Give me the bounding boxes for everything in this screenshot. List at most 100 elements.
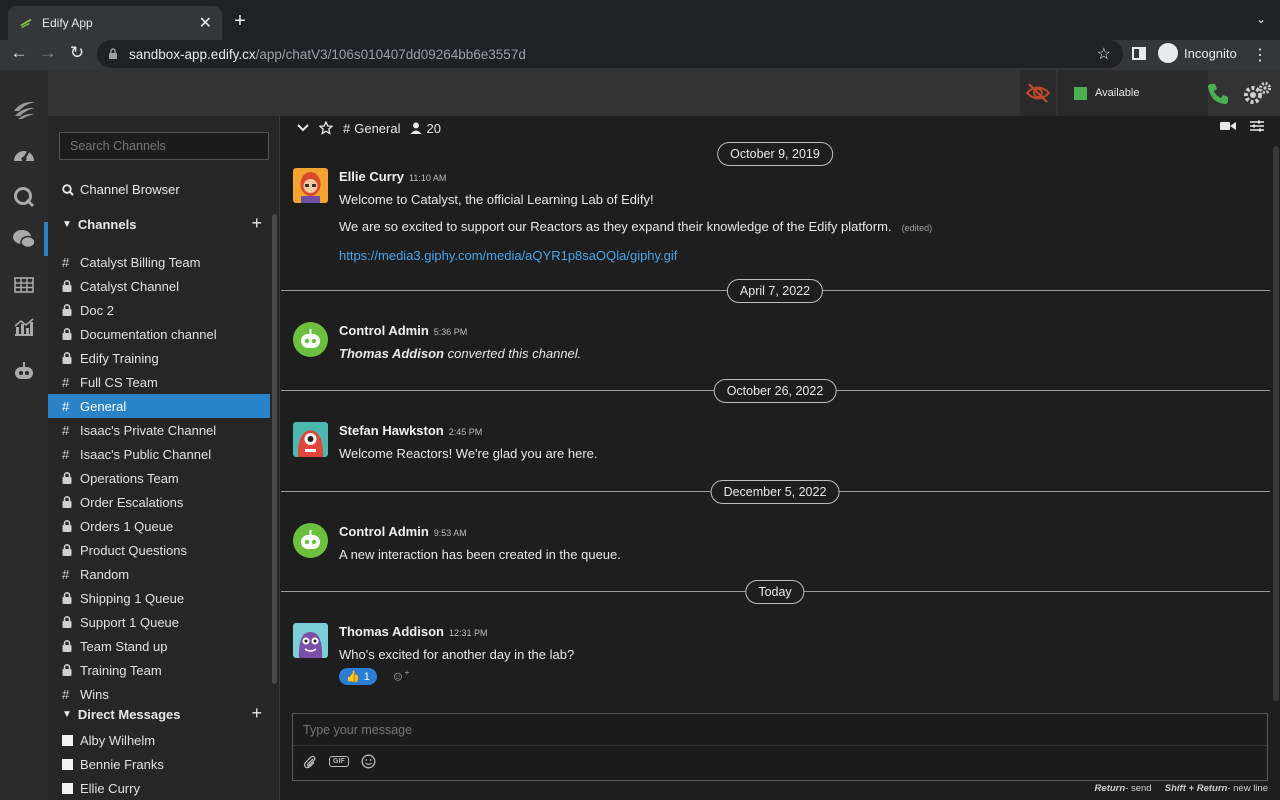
add-dm-button[interactable]: + xyxy=(251,703,262,724)
add-reaction-icon[interactable]: ☺+ xyxy=(391,668,409,683)
new-tab-button[interactable]: + xyxy=(230,10,250,33)
add-channel-button[interactable]: + xyxy=(251,213,262,234)
bot-icon[interactable] xyxy=(0,354,48,388)
sidebar-item-label: Wins xyxy=(80,686,109,702)
sidebar-scrollbar[interactable] xyxy=(270,214,278,684)
message-text: We are so excited to support our Reactor… xyxy=(339,219,892,234)
avatar[interactable] xyxy=(293,422,328,457)
sidebar-item-channel[interactable]: Edify Training xyxy=(48,346,270,370)
chat-scrollbar[interactable] xyxy=(1273,146,1279,701)
sidebar-item-channel[interactable]: # Isaac's Public Channel xyxy=(48,442,270,466)
date-pill: October 26, 2022 xyxy=(713,379,837,403)
settings-gears-icon[interactable] xyxy=(1242,81,1272,110)
lock-icon xyxy=(62,280,80,292)
bot-avatar[interactable] xyxy=(293,322,328,357)
channel-browser-link[interactable]: Channel Browser xyxy=(62,182,180,197)
date-separator: October 9, 2019 xyxy=(281,142,1270,166)
sidebar-item-channel[interactable]: Training Team xyxy=(48,658,270,682)
sidebar-item-channel[interactable]: Order Escalations xyxy=(48,490,270,514)
reaction-chip[interactable]: 👍 1 xyxy=(339,668,377,685)
side-panel-icon[interactable] xyxy=(1132,47,1146,60)
dashboard-icon[interactable] xyxy=(0,136,48,170)
channel-name: General xyxy=(354,120,401,136)
message-sender[interactable]: Stefan Hawkston xyxy=(339,423,444,438)
paperclip-icon[interactable] xyxy=(303,755,317,769)
sidebar-item-channel[interactable]: # Wins xyxy=(48,682,270,706)
chat-icon[interactable] xyxy=(0,222,48,256)
browser-toolbar: ← → ↻ sandbox-app.edify.cx/app/chatV3/10… xyxy=(0,40,1280,70)
browser-menu-icon[interactable]: ⋮ xyxy=(1252,45,1268,65)
channels-section-header[interactable]: ▼ Channels + xyxy=(62,213,262,233)
sidebar-item-channel[interactable]: Doc 2 xyxy=(48,298,270,322)
message-sender[interactable]: Thomas Addison xyxy=(339,624,444,639)
sidebar-item-label: Bennie Franks xyxy=(80,756,164,772)
favorite-star-icon[interactable] xyxy=(319,121,333,135)
sidebar-item-channel[interactable]: Team Stand up xyxy=(48,634,270,658)
message-sender[interactable]: Control Admin xyxy=(339,524,429,539)
sidebar-item-channel[interactable]: Documentation channel xyxy=(48,322,270,346)
tab-search-chevron-icon[interactable]: ⌄ xyxy=(1256,12,1266,26)
message-text: Who's excited for another day in the lab… xyxy=(339,647,575,662)
rail-logo-icon[interactable] xyxy=(0,92,48,126)
back-icon[interactable]: ← xyxy=(8,43,30,63)
chevron-down-icon[interactable]: ▼ xyxy=(62,709,72,720)
dm-list: Alby Wilhelm Bennie Franks Ellie Curry xyxy=(48,728,270,800)
incognito-badge[interactable]: Incognito xyxy=(1158,43,1237,63)
sidebar-item-label: Training Team xyxy=(80,662,162,678)
avatar[interactable] xyxy=(293,168,328,203)
presence-toggle[interactable] xyxy=(1020,70,1056,116)
chat-header: # General 20 xyxy=(281,116,1280,140)
channel-sidebar: Channel Browser ▼ Channels + # Catalyst B… xyxy=(48,116,280,800)
message-link[interactable]: https://media3.giphy.com/media/aQYR1p8sa… xyxy=(339,248,1239,263)
hint-send-key: Return xyxy=(1094,783,1126,794)
sidebar-item-channel[interactable]: Operations Team xyxy=(48,466,270,490)
sidebar-item-channel[interactable]: Support 1 Queue xyxy=(48,610,270,634)
analytics-icon[interactable] xyxy=(0,310,48,344)
settings-sliders-icon[interactable] xyxy=(1250,120,1264,132)
status-selector[interactable]: Available xyxy=(1058,70,1208,116)
tab-close-icon[interactable]: ✕ xyxy=(199,13,212,33)
lock-icon xyxy=(62,592,80,604)
address-bar[interactable]: sandbox-app.edify.cx/app/chatV3/106s0104… xyxy=(97,40,1123,68)
chevron-down-icon[interactable]: ▼ xyxy=(62,219,72,230)
bot-avatar[interactable] xyxy=(293,523,328,558)
sidebar-item-channel[interactable]: Shipping 1 Queue xyxy=(48,586,270,610)
emoji-icon[interactable] xyxy=(361,754,376,769)
sidebar-item-dm[interactable]: Ellie Curry xyxy=(48,776,270,800)
video-call-icon[interactable] xyxy=(1220,120,1236,132)
bookmark-star-icon[interactable]: ☆ xyxy=(1097,44,1111,64)
phone-icon[interactable] xyxy=(1206,82,1230,111)
forward-icon[interactable]: → xyxy=(37,43,59,63)
message-text: A new interaction has been created in th… xyxy=(339,547,621,562)
sidebar-item-channel[interactable]: Catalyst Channel xyxy=(48,274,270,298)
queue-icon[interactable] xyxy=(0,180,48,214)
sidebar-scroll-thumb[interactable] xyxy=(272,214,277,684)
member-count-button[interactable]: 20 xyxy=(410,121,441,136)
reload-icon[interactable]: ↻ xyxy=(66,43,88,63)
message-sender[interactable]: Control Admin xyxy=(339,323,429,338)
message-sender[interactable]: Ellie Curry xyxy=(339,169,404,184)
presence-square-icon xyxy=(62,734,73,746)
sidebar-item-label: Ellie Curry xyxy=(80,780,140,796)
sidebar-item-dm[interactable]: Bennie Franks xyxy=(48,752,270,776)
table-icon[interactable] xyxy=(0,268,48,302)
browser-tab[interactable]: Edify App ✕ xyxy=(8,6,222,40)
sidebar-item-channel[interactable]: # General xyxy=(48,394,270,418)
sidebar-item-channel[interactable]: # Catalyst Billing Team xyxy=(48,250,270,274)
gif-button[interactable]: GIF xyxy=(329,756,349,767)
sidebar-item-channel[interactable]: # Random xyxy=(48,562,270,586)
message-time: 5:36 PM xyxy=(433,327,468,337)
sidebar-item-channel[interactable]: Product Questions xyxy=(48,538,270,562)
sidebar-item-channel[interactable]: # Full CS Team xyxy=(48,370,270,394)
lock-icon xyxy=(62,544,80,556)
dm-section-header[interactable]: ▼ Direct Messages + xyxy=(62,703,262,723)
sidebar-item-channel[interactable]: # Isaac's Private Channel xyxy=(48,418,270,442)
message-time: 9:53 AM xyxy=(433,528,467,538)
search-channels-input[interactable] xyxy=(59,132,269,160)
message-input[interactable] xyxy=(293,714,1267,746)
chat-pane: # General 20 October 9, 2019 Ellie Curry… xyxy=(281,116,1280,800)
avatar[interactable] xyxy=(293,623,328,658)
sidebar-item-dm[interactable]: Alby Wilhelm xyxy=(48,728,270,752)
chevron-down-icon[interactable] xyxy=(297,124,309,132)
sidebar-item-channel[interactable]: Orders 1 Queue xyxy=(48,514,270,538)
